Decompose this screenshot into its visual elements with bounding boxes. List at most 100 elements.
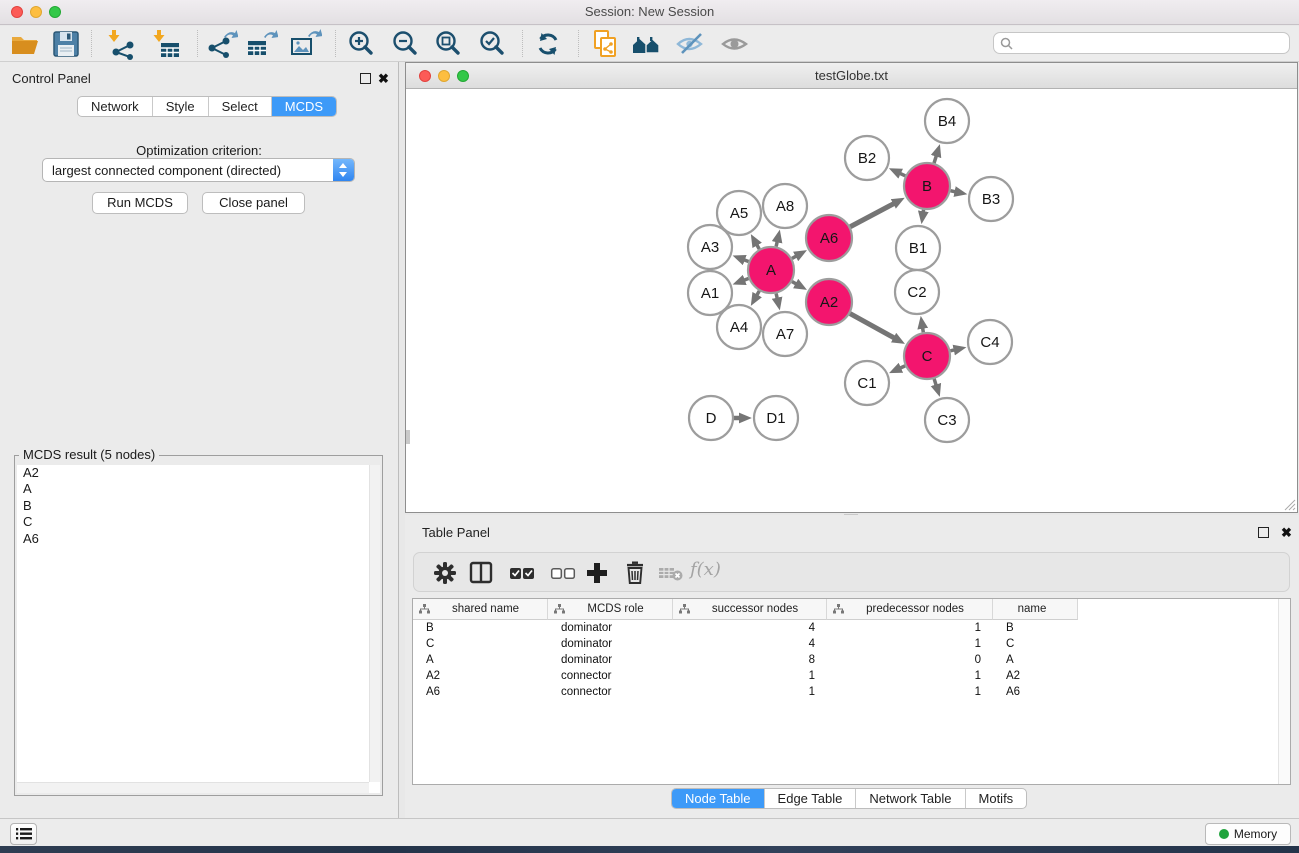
export-image-icon[interactable] <box>288 28 322 60</box>
vertical-scrollbar[interactable] <box>369 465 380 782</box>
deselect-all-columns-icon[interactable] <box>548 560 578 586</box>
network-zoom-button[interactable] <box>457 70 469 82</box>
graph-edge-A2-C[interactable] <box>850 314 895 339</box>
zoom-fit-icon[interactable] <box>431 28 465 60</box>
table-cell[interactable]: dominator <box>548 620 673 636</box>
table-cell[interactable]: A6 <box>993 684 1078 700</box>
table-cell[interactable]: C <box>993 636 1078 652</box>
mcds-result-item[interactable]: A <box>17 481 380 497</box>
import-table-icon[interactable] <box>149 28 183 60</box>
mcds-result-item[interactable]: A6 <box>17 531 380 547</box>
network-close-button[interactable] <box>419 70 431 82</box>
graph-edge-A-A7[interactable] <box>776 293 777 299</box>
column-header-successor-nodes[interactable]: successor nodes <box>673 599 827 620</box>
table-cell[interactable]: 1 <box>827 636 993 652</box>
search-input[interactable] <box>1018 34 1283 52</box>
horizontal-scrollbar[interactable] <box>17 782 369 793</box>
hide-graphics-details-icon[interactable] <box>673 28 707 60</box>
table-cell[interactable]: 4 <box>673 636 827 652</box>
tab-network-table[interactable]: Network Table <box>856 789 965 808</box>
table-row[interactable]: Bdominator41B <box>413 620 1278 636</box>
graph-edge-B-B1[interactable] <box>923 210 924 214</box>
table-cell[interactable]: 1 <box>827 668 993 684</box>
table-cell[interactable]: 4 <box>673 620 827 636</box>
graph-edge-B-B3[interactable] <box>951 191 957 192</box>
tab-style[interactable]: Style <box>153 97 209 116</box>
graph-edge-C-C4[interactable] <box>950 350 955 351</box>
tab-select[interactable]: Select <box>209 97 272 116</box>
create-column-icon[interactable] <box>582 560 612 586</box>
column-header-MCDS-role[interactable]: MCDS role <box>548 599 673 620</box>
close-panel-button[interactable]: Close panel <box>202 192 305 214</box>
graph-edge-A-A3[interactable] <box>743 259 749 261</box>
table-cell[interactable]: 1 <box>827 620 993 636</box>
criterion-dropdown[interactable]: largest connected component (directed) <box>42 158 355 182</box>
network-window-titlebar[interactable]: testGlobe.txt <box>406 63 1297 89</box>
graph-edge-A-A4[interactable] <box>756 291 759 297</box>
window-resize-grip[interactable] <box>1283 498 1296 511</box>
table-cell[interactable]: connector <box>548 668 673 684</box>
graph-edge-A-A5[interactable] <box>756 244 759 250</box>
column-settings-icon[interactable] <box>430 560 460 586</box>
table-cell[interactable]: 0 <box>827 652 993 668</box>
table-cell[interactable]: 1 <box>673 668 827 684</box>
export-table-icon[interactable] <box>244 28 278 60</box>
zoom-out-icon[interactable] <box>388 28 422 60</box>
zoom-window-button[interactable] <box>49 6 61 18</box>
save-session-icon[interactable] <box>49 28 83 60</box>
memory-button[interactable]: Memory <box>1205 823 1291 845</box>
table-row[interactable]: Cdominator41C <box>413 636 1278 652</box>
tab-motifs[interactable]: Motifs <box>966 789 1027 808</box>
table-row[interactable]: A2connector11A2 <box>413 668 1278 684</box>
graph-edge-C-C3[interactable] <box>934 379 936 387</box>
table-cell[interactable]: 1 <box>827 684 993 700</box>
task-history-button[interactable] <box>10 823 37 845</box>
table-cell[interactable]: C <box>413 636 548 652</box>
table-cell[interactable]: A2 <box>993 668 1078 684</box>
tab-mcds[interactable]: MCDS <box>272 97 336 116</box>
export-network-icon[interactable] <box>204 28 238 60</box>
split-table-view-icon[interactable] <box>466 560 496 586</box>
mcds-result-item[interactable]: A2 <box>17 465 380 481</box>
graph-edge-B-B2[interactable] <box>899 173 906 176</box>
column-header-shared-name[interactable]: shared name <box>413 599 548 620</box>
delete-columns-icon[interactable] <box>620 560 650 586</box>
select-all-columns-icon[interactable] <box>507 560 537 586</box>
column-header-predecessor-nodes[interactable]: predecessor nodes <box>827 599 993 620</box>
refresh-layout-icon[interactable] <box>531 28 565 60</box>
open-session-icon[interactable] <box>8 28 42 60</box>
graph-edge-B-B4[interactable] <box>934 154 937 163</box>
graph-edge-A-A6[interactable] <box>792 255 797 258</box>
splitter-handle[interactable] <box>406 430 410 444</box>
show-graphics-details-icon[interactable] <box>718 28 752 60</box>
table-cell[interactable]: A6 <box>413 684 548 700</box>
tab-node-table[interactable]: Node Table <box>672 789 765 808</box>
table-row[interactable]: Adominator80A <box>413 652 1278 668</box>
close-panel-icon[interactable]: ✖ <box>378 72 389 85</box>
network-canvas[interactable]: B4B2BB3A5A8A6A3B1AC2A1A2A4A7C4CC1C3DD1 <box>406 90 1297 513</box>
tab-network[interactable]: Network <box>78 97 153 116</box>
clone-network-icon[interactable] <box>588 28 622 60</box>
table-cell[interactable]: A2 <box>413 668 548 684</box>
close-window-button[interactable] <box>11 6 23 18</box>
import-network-icon[interactable] <box>104 28 138 60</box>
table-cell[interactable]: connector <box>548 684 673 700</box>
table-row[interactable]: A6connector11A6 <box>413 684 1278 700</box>
zoom-selected-icon[interactable] <box>475 28 509 60</box>
table-cell[interactable]: A <box>993 652 1078 668</box>
table-cell[interactable]: dominator <box>548 636 673 652</box>
search-box[interactable] <box>993 32 1290 54</box>
tab-edge-table[interactable]: Edge Table <box>765 789 857 808</box>
delete-table-icon[interactable] <box>656 560 686 586</box>
close-table-panel-icon[interactable]: ✖ <box>1281 526 1292 539</box>
graph-edge-A6-B[interactable] <box>850 203 895 227</box>
table-vertical-scrollbar[interactable] <box>1278 599 1290 784</box>
table-cell[interactable]: dominator <box>548 652 673 668</box>
graph-edge-A-A1[interactable] <box>743 278 749 280</box>
graph-edge-A-A2[interactable] <box>792 282 797 285</box>
graph-edge-C-C1[interactable] <box>899 366 905 369</box>
function-builder-icon[interactable]: f(x) <box>690 559 721 580</box>
table-cell[interactable]: 8 <box>673 652 827 668</box>
minimize-window-button[interactable] <box>30 6 42 18</box>
network-minimize-button[interactable] <box>438 70 450 82</box>
